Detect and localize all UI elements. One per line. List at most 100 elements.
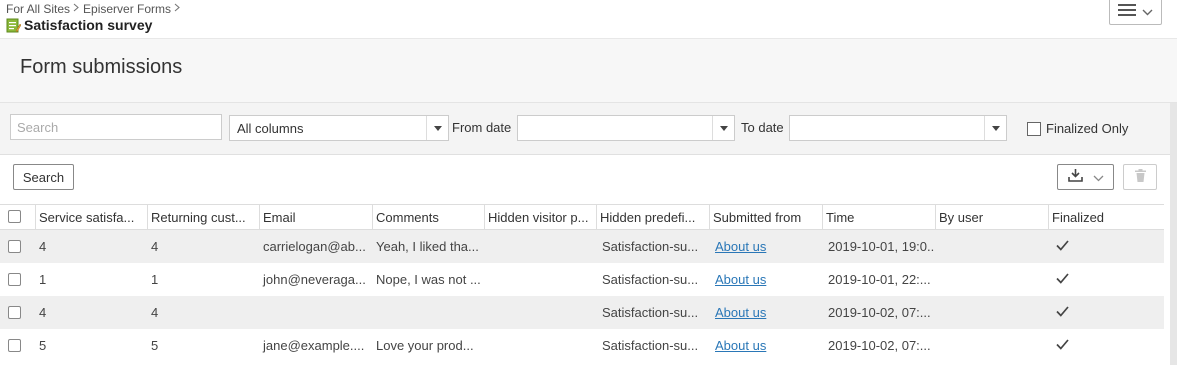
- from-date-label: From date: [452, 120, 512, 135]
- finalized-only-label: Finalized Only: [1046, 121, 1129, 136]
- cell-time: 2019-10-02, 07:...: [828, 305, 931, 320]
- page-title: Satisfaction survey: [24, 16, 153, 33]
- submitted-from-link[interactable]: About us: [715, 239, 766, 254]
- toolbar: Search: [0, 155, 1168, 204]
- top-header: For All Sites Episerver Forms Satisfacti…: [0, 0, 1177, 39]
- search-input[interactable]: [10, 114, 222, 140]
- cell-hidden-visitor: [485, 263, 595, 296]
- cell-time: 2019-10-02, 07:...: [828, 338, 931, 353]
- export-button[interactable]: [1057, 164, 1114, 190]
- filter-bar: All columns From date To date Finalized …: [0, 103, 1177, 155]
- search-button[interactable]: Search: [13, 164, 74, 190]
- table-row[interactable]: 1 1 john@neveraga... Nope, I was not ...…: [0, 263, 1164, 296]
- table-header: Service satisfa... Returning cust... Ema…: [0, 204, 1164, 230]
- cell-service: 5: [39, 338, 47, 353]
- column-header[interactable]: Submitted from: [709, 205, 822, 230]
- cell-comments: Nope, I was not ...: [376, 272, 481, 287]
- cell-submitted-from: About us: [712, 329, 822, 362]
- cell-hidden-visitor: [485, 230, 595, 263]
- cell-hidden-visitor: [485, 296, 595, 329]
- column-select-value: All columns: [237, 120, 304, 136]
- column-select[interactable]: All columns: [229, 115, 449, 141]
- cell-submitted-from: About us: [712, 230, 822, 263]
- table-row[interactable]: 4 4 Satisfaction-su... About us 2019-10-…: [0, 296, 1164, 329]
- from-date-picker[interactable]: [517, 115, 735, 141]
- cell-returning: 4: [151, 305, 159, 320]
- breadcrumb-item-episerver-forms[interactable]: Episerver Forms: [83, 2, 171, 16]
- delete-button[interactable]: [1123, 164, 1157, 190]
- checkmark-icon: [1056, 338, 1069, 353]
- submitted-from-link[interactable]: About us: [715, 338, 766, 353]
- cell-hidden-predefined: Satisfaction-su...: [602, 272, 699, 287]
- breadcrumb: For All Sites Episerver Forms: [6, 2, 184, 16]
- checkmark-icon: [1056, 272, 1069, 287]
- cell-by-user: [936, 230, 1046, 263]
- title-row: Satisfaction survey: [6, 16, 152, 33]
- select-all-checkbox[interactable]: [8, 210, 21, 223]
- row-checkbox[interactable]: [8, 306, 21, 319]
- row-checkbox[interactable]: [8, 273, 21, 286]
- column-header[interactable]: By user: [935, 205, 1048, 230]
- table-row[interactable]: 4 4 carrielogan@ab... Yeah, I liked tha.…: [0, 230, 1164, 263]
- to-date-picker[interactable]: [789, 115, 1007, 141]
- cell-email: carrielogan@ab...: [263, 239, 366, 254]
- cell-service: 4: [39, 305, 47, 320]
- cell-submitted-from: About us: [712, 263, 822, 296]
- cell-returning: 5: [151, 338, 159, 353]
- download-icon: [1067, 169, 1083, 185]
- cell-service: 4: [39, 239, 47, 254]
- section-heading: Form submissions: [20, 56, 183, 78]
- heading-area: Form submissions: [0, 39, 1177, 103]
- cell-submitted-from: About us: [712, 296, 822, 329]
- cell-comments: Yeah, I liked tha...: [376, 239, 479, 254]
- submitted-from-link[interactable]: About us: [715, 305, 766, 320]
- cell-time: 2019-10-01, 22:...: [828, 272, 931, 287]
- column-header[interactable]: Service satisfa...: [35, 205, 148, 230]
- dropdown-arrow-icon: [712, 116, 734, 140]
- cell-comments: [373, 296, 483, 329]
- column-header[interactable]: Email: [259, 205, 372, 230]
- submitted-from-link[interactable]: About us: [715, 272, 766, 287]
- finalized-only-filter[interactable]: Finalized Only: [1027, 121, 1128, 136]
- cell-returning: 1: [151, 272, 159, 287]
- table-row[interactable]: 5 5 jane@example.... Love your prod... S…: [0, 329, 1164, 362]
- to-date-label: To date: [741, 120, 784, 135]
- row-checkbox[interactable]: [8, 240, 21, 253]
- checkmark-icon: [1056, 305, 1069, 320]
- chevron-right-icon: [174, 3, 180, 15]
- cell-hidden-predefined: Satisfaction-su...: [602, 305, 699, 320]
- chevron-down-icon: [1093, 170, 1104, 185]
- trash-icon: [1134, 169, 1146, 185]
- checkmark-icon: [1056, 239, 1069, 254]
- column-header[interactable]: Comments: [372, 205, 484, 230]
- cell-email: jane@example....: [263, 338, 365, 353]
- menu-button[interactable]: [1109, 0, 1162, 25]
- cell-by-user: [936, 296, 1046, 329]
- vertical-scrollbar[interactable]: [1170, 103, 1177, 365]
- dropdown-arrow-icon: [984, 116, 1006, 140]
- cell-email: john@neveraga...: [263, 272, 366, 287]
- cell-email: [260, 296, 370, 329]
- column-header[interactable]: Returning cust...: [147, 205, 259, 230]
- cell-returning: 4: [151, 239, 159, 254]
- chevron-down-icon: [1142, 4, 1153, 19]
- chevron-right-icon: [73, 3, 79, 15]
- finalized-only-checkbox[interactable]: [1027, 121, 1041, 136]
- column-header[interactable]: Time: [822, 205, 935, 230]
- submissions-table: Service satisfa... Returning cust... Ema…: [0, 204, 1164, 362]
- form-icon: [6, 18, 22, 33]
- cell-hidden-predefined: Satisfaction-su...: [602, 338, 699, 353]
- cell-by-user: [936, 263, 1046, 296]
- dropdown-arrow-icon: [426, 116, 448, 140]
- hamburger-menu-icon: [1118, 3, 1136, 20]
- column-header[interactable]: Finalized: [1048, 205, 1164, 230]
- cell-by-user: [936, 329, 1046, 362]
- column-header[interactable]: Hidden visitor p...: [484, 205, 596, 230]
- cell-service: 1: [39, 272, 47, 287]
- cell-hidden-visitor: [485, 329, 595, 362]
- column-header[interactable]: Hidden predefi...: [596, 205, 709, 230]
- cell-hidden-predefined: Satisfaction-su...: [602, 239, 699, 254]
- breadcrumb-item-all-sites[interactable]: For All Sites: [6, 2, 70, 16]
- cell-comments: Love your prod...: [376, 338, 474, 353]
- row-checkbox[interactable]: [8, 339, 21, 352]
